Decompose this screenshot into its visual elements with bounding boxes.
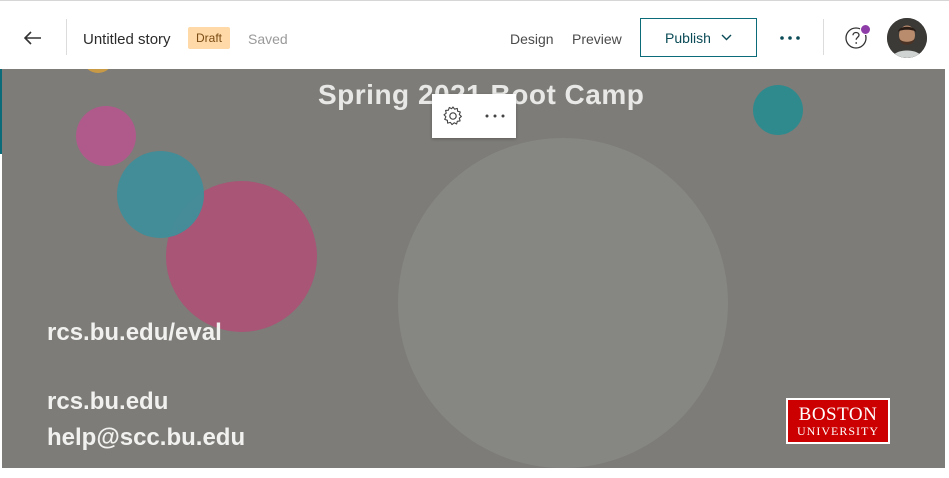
decorative-circle xyxy=(76,106,136,166)
decorative-circle xyxy=(398,138,728,468)
decorative-circle xyxy=(82,69,114,73)
canvas-edge-accent xyxy=(0,69,2,154)
decorative-circle xyxy=(117,151,204,238)
decorative-circle xyxy=(753,85,803,135)
header-divider-right xyxy=(823,19,824,55)
notification-dot xyxy=(860,24,871,35)
right-gutter xyxy=(945,69,949,478)
eval-link-text: rcs.bu.edu/eval xyxy=(47,319,222,346)
design-link[interactable]: Design xyxy=(510,31,554,47)
avatar-icon xyxy=(887,18,927,58)
block-settings-button[interactable] xyxy=(437,100,469,132)
publish-label: Publish xyxy=(665,29,711,46)
boston-university-logo: BOSTON UNIVERSITY xyxy=(786,398,890,444)
logo-line2: UNIVERSITY xyxy=(797,423,879,438)
story-canvas[interactable]: Spring 2021 Boot Camp rcs.bu.edu/eval rc… xyxy=(2,69,945,468)
preview-link[interactable]: Preview xyxy=(572,31,622,47)
bottom-gutter xyxy=(0,468,949,478)
user-avatar[interactable] xyxy=(887,18,927,58)
top-bar: Untitled story Draft Saved Design Previe… xyxy=(0,0,949,69)
save-status: Saved xyxy=(248,31,288,47)
block-toolbar xyxy=(432,94,516,138)
more-options-button[interactable] xyxy=(775,25,805,51)
back-button[interactable] xyxy=(18,23,48,53)
site-text: rcs.bu.edu xyxy=(47,388,169,415)
story-title[interactable]: Untitled story xyxy=(83,31,171,48)
more-horizontal-icon xyxy=(485,114,505,118)
chevron-down-icon xyxy=(721,34,732,41)
arrow-left-icon xyxy=(24,31,41,45)
email-text: help@scc.bu.edu xyxy=(47,424,246,451)
more-horizontal-icon xyxy=(780,36,800,40)
gear-icon xyxy=(443,106,462,126)
logo-line1: BOSTON xyxy=(798,403,878,425)
draft-badge: Draft xyxy=(188,27,231,49)
publish-button[interactable]: Publish xyxy=(640,18,757,57)
header-divider xyxy=(66,19,67,55)
block-more-button[interactable] xyxy=(479,100,511,132)
